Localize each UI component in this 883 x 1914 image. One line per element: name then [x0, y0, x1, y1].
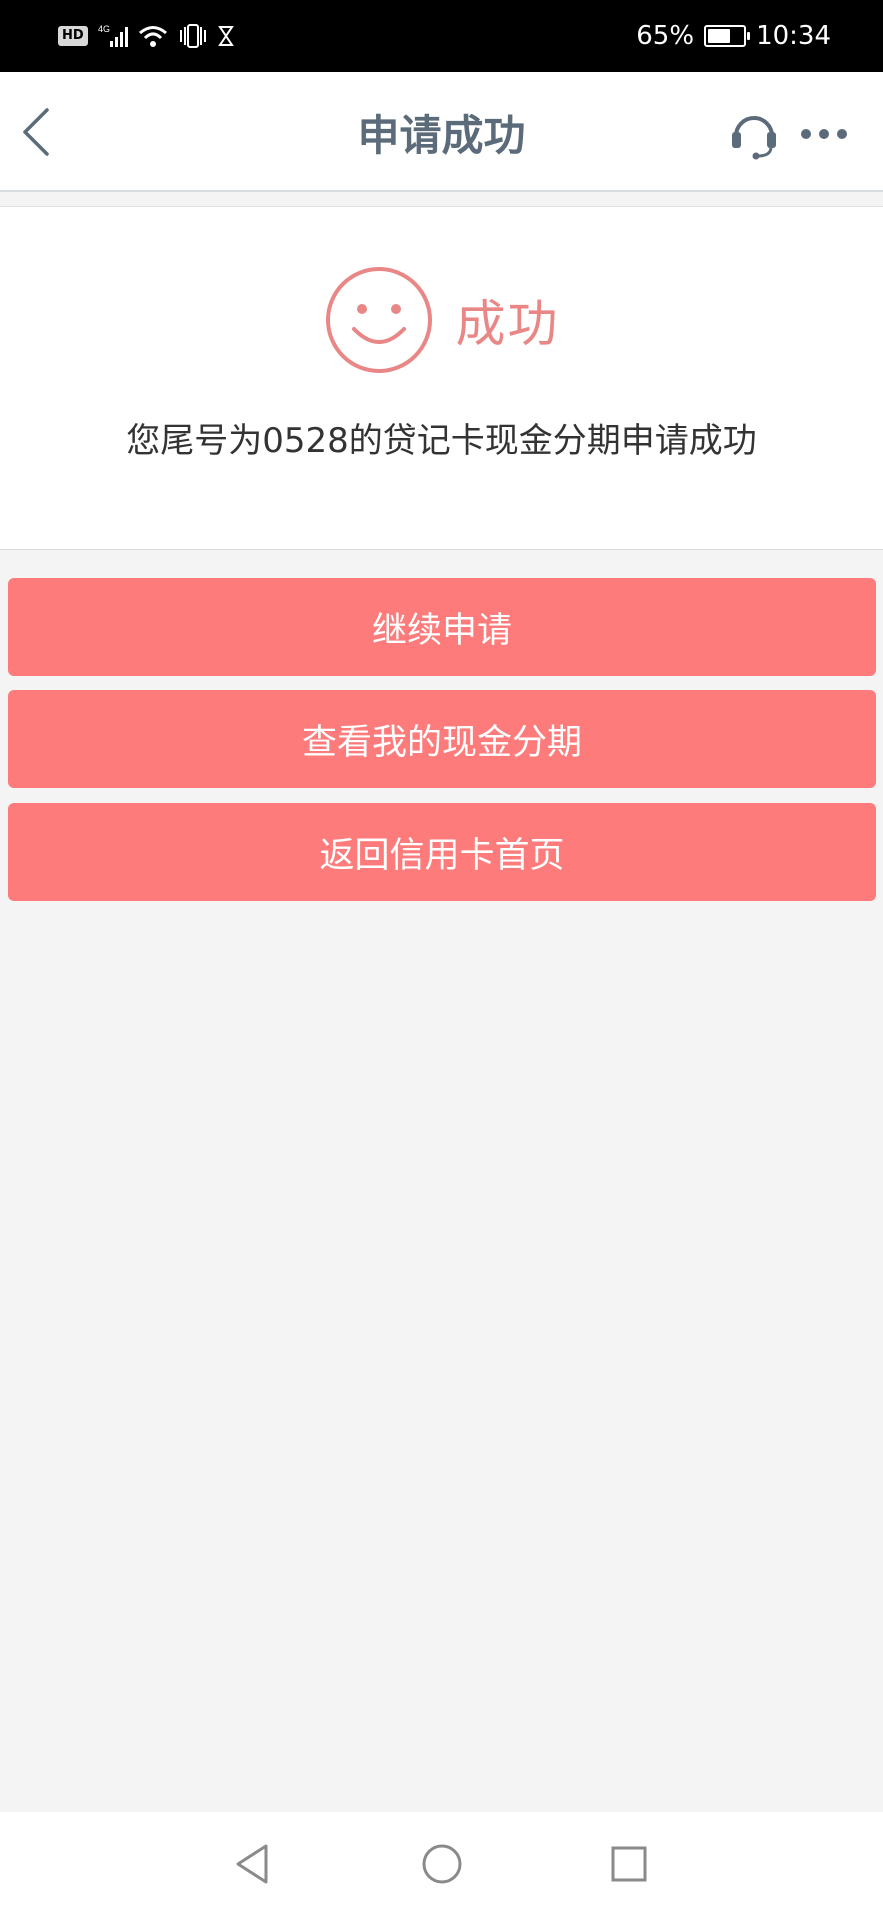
status-right: 65% 10:34: [636, 21, 831, 51]
hd-icon: HD: [58, 26, 88, 46]
smile-icon: [325, 267, 432, 373]
nav-recent-button[interactable]: [601, 1836, 657, 1892]
circle-home-icon: [422, 1844, 462, 1884]
result-status: 成功: [0, 265, 883, 375]
nav-home-button[interactable]: [414, 1836, 470, 1892]
customer-service-button[interactable]: [728, 106, 780, 162]
hourglass-icon: [217, 25, 234, 47]
navigation-bar: [0, 1812, 883, 1914]
status-left: HD 4G: [58, 23, 234, 49]
wifi-icon: [138, 24, 168, 48]
continue-apply-button[interactable]: 继续申请: [8, 578, 876, 676]
result-panel: 成功 您尾号为0528的贷记卡现金分期申请成功: [0, 206, 883, 550]
nav-back-button[interactable]: [224, 1836, 280, 1892]
signal-icon: 4G: [98, 23, 128, 49]
result-message: 您尾号为0528的贷记卡现金分期申请成功: [126, 421, 757, 461]
network-type: 4G: [98, 24, 110, 34]
status-bar: HD 4G 65% 10:34: [0, 0, 883, 72]
clock: 10:34: [756, 21, 831, 51]
battery-percent: 65%: [636, 21, 695, 51]
battery-fill: [708, 29, 731, 43]
page: HD 4G 65% 10:34 申请成功 成功 您尾号为0528的贷记卡现金分期…: [0, 0, 883, 1914]
header: 申请成功: [0, 72, 883, 192]
battery-icon: [704, 25, 751, 47]
success-label: 成功: [455, 295, 560, 353]
return-credit-card-home-button[interactable]: 返回信用卡首页: [8, 803, 876, 901]
vibrate-icon: [178, 24, 208, 48]
square-recent-icon: [611, 1846, 647, 1882]
view-cash-installment-button[interactable]: 查看我的现金分期: [8, 690, 876, 788]
headset-icon: [732, 116, 776, 160]
more-button[interactable]: [796, 112, 852, 156]
more-dots-icon: [801, 129, 847, 139]
triangle-back-icon: [236, 1844, 268, 1884]
